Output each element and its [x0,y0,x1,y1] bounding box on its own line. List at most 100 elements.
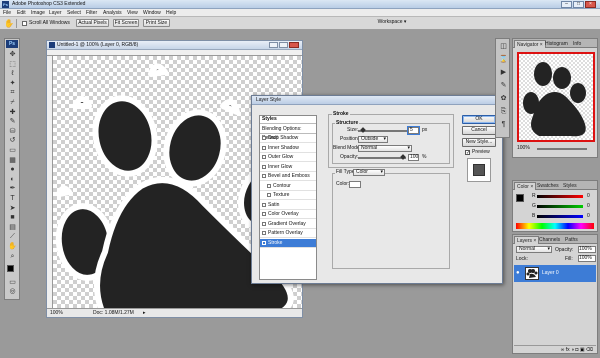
tab-color[interactable]: Color × [514,182,537,190]
size-input[interactable]: 5 [408,127,419,134]
actual-pixels-button[interactable]: Actual Pixels [76,19,109,27]
screen-mode-icon[interactable]: ◎ [8,288,17,296]
fill-type-select[interactable]: Color [353,169,385,176]
opacity-slider[interactable] [358,157,406,159]
style-checkbox[interactable] [262,202,266,207]
style-item-outer-glow[interactable]: Outer Glow [260,153,316,162]
blend-mode-select[interactable]: Normal [358,145,412,152]
styles-header[interactable]: Styles [260,116,316,124]
shape-icon[interactable]: ■ [8,214,17,222]
slice-icon[interactable]: ⌿ [8,99,17,107]
eraser-icon[interactable]: ▭ [8,147,17,155]
style-checkbox[interactable] [262,231,266,235]
type-icon[interactable]: T [8,195,17,203]
tab-info[interactable]: Info [571,40,583,48]
tab-navigator[interactable]: Navigator × [514,40,546,48]
cancel-button[interactable]: Cancel [462,126,496,135]
magic-wand-icon[interactable]: ✦ [8,80,17,88]
paragraph-icon[interactable]: ¶ [499,120,508,129]
color-spectrum-bar[interactable] [516,223,594,229]
channel-g-value[interactable]: 0 [587,203,590,209]
workspace-menu[interactable]: Workspace ▾ [373,19,411,27]
menu-edit[interactable]: Edit [17,10,26,16]
pen-icon[interactable]: ✒ [8,185,17,193]
style-checkbox[interactable] [262,164,266,169]
menu-help[interactable]: Help [166,10,176,16]
preview-checkbox[interactable]: ✓ [465,150,470,156]
style-item-bevel-and-emboss[interactable]: Bevel and Emboss [260,172,316,181]
style-item-drop-shadow[interactable]: Drop Shadow [260,134,316,143]
style-checkbox[interactable] [262,145,266,150]
history-icon[interactable]: ⌛ [499,55,508,64]
minimize-button[interactable]: – [561,1,572,8]
layer-visibility-eye-icon[interactable]: ● [516,270,522,276]
eyedropper-icon[interactable]: ⟋ [8,233,17,241]
tab-swatches[interactable]: Swatches [535,182,561,190]
close-button[interactable]: × [585,1,596,8]
style-checkbox[interactable] [262,136,266,140]
layer-row[interactable]: ● Layer 0 [514,265,596,282]
layer-blend-mode-select[interactable]: Normal [516,246,552,253]
tab-channels[interactable]: Channels [537,236,562,244]
style-checkbox[interactable] [262,174,266,178]
style-item-inner-shadow[interactable]: Inner Shadow [260,144,316,153]
brushes-icon[interactable]: ✿ [499,94,508,103]
stamp-icon[interactable]: ⛁ [8,128,17,136]
menu-window[interactable]: Window [143,10,161,16]
style-item-pattern-overlay[interactable]: Pattern Overlay [260,229,316,238]
layers-footer-icons[interactable]: ∞ fx ◑ ◘ ▣ ⌫ [514,345,596,353]
layer-opacity-input[interactable]: 100% [578,246,596,253]
quick-mask-icon[interactable]: ▭ [8,279,17,287]
move-icon[interactable]: ✥ [8,51,17,59]
style-item-satin[interactable]: Satin [260,201,316,210]
maximize-button[interactable]: □ [573,1,584,8]
menu-analysis[interactable]: Analysis [103,10,122,16]
tool-presets-icon[interactable]: ✎ [499,81,508,90]
hand-tool-icon[interactable]: ✋ [4,19,14,28]
path-select-icon[interactable]: ➤ [8,205,17,213]
notes-icon[interactable]: ▤ [8,224,17,232]
doc-close-button[interactable] [289,42,299,48]
gradient-icon[interactable]: ▦ [8,157,17,165]
layer-fill-input[interactable]: 100% [578,255,596,262]
navigator-icon[interactable]: ◫ [499,42,508,51]
blur-icon[interactable]: ● [8,166,17,174]
channel-b-value[interactable]: 0 [587,213,590,219]
style-checkbox[interactable] [267,183,271,188]
style-item-color-overlay[interactable]: Color Overlay [260,210,316,219]
scroll-all-windows-checkbox[interactable] [22,21,27,26]
channel-r-slider[interactable] [537,195,583,198]
clone-source-icon[interactable]: ⎘ [499,107,508,116]
menu-file[interactable]: File [3,10,11,16]
dodge-icon[interactable]: ◐ [8,176,17,184]
zoom-icon[interactable]: ⌕ [8,253,17,261]
tab-styles[interactable]: Styles [561,182,579,190]
navigator-zoom[interactable]: 100% [517,145,530,151]
marquee-icon[interactable]: ⬚ [8,61,17,69]
fit-screen-button[interactable]: Fit Screen [113,19,139,27]
style-checkbox[interactable] [262,155,266,159]
hand-icon[interactable]: ✋ [8,243,17,251]
fg-color-swatch[interactable] [516,194,524,202]
style-checkbox[interactable] [262,212,266,216]
style-item-texture[interactable]: Texture [260,191,316,200]
stroke-color-swatch[interactable] [349,181,361,188]
menu-filter[interactable]: Filter [86,10,97,16]
style-item-gradient-overlay[interactable]: Gradient Overlay [260,220,316,229]
new-style-button[interactable]: New Style... [462,138,496,147]
menu-layer[interactable]: Layer [49,10,62,16]
healing-icon[interactable]: ✚ [8,109,17,117]
brush-icon[interactable]: ✎ [8,118,17,126]
tab-layers[interactable]: Layers × [514,236,540,244]
ok-button[interactable]: OK [462,115,496,124]
menu-image[interactable]: Image [31,10,45,16]
doc-maximize-button[interactable] [279,42,288,48]
menu-view[interactable]: View [127,10,138,16]
style-checkbox[interactable] [262,240,266,245]
document-zoom[interactable]: 100% [50,310,63,317]
navigator-thumbnail[interactable] [517,52,595,142]
channel-g-slider[interactable] [537,205,583,208]
channel-b-slider[interactable] [537,215,583,218]
actions-icon[interactable]: ▶ [499,68,508,77]
print-size-button[interactable]: Print Size [143,19,170,27]
